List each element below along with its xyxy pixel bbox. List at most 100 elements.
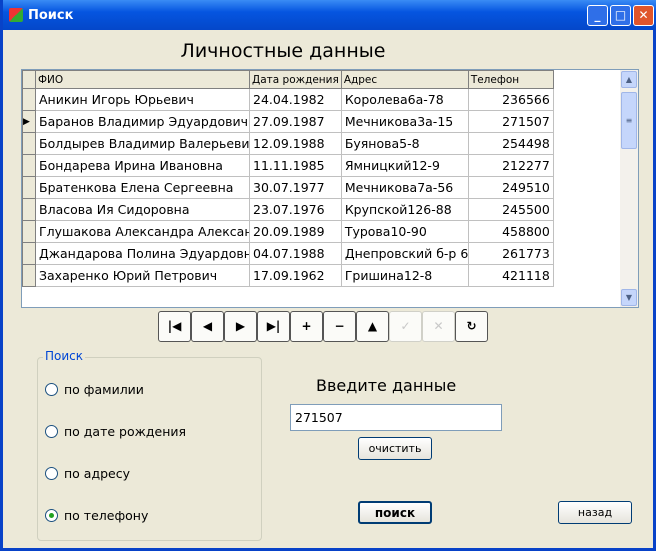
prior-button[interactable]: ◀ — [191, 311, 224, 342]
column-header-fio[interactable]: ФИО — [35, 70, 250, 89]
table-row[interactable]: Болдырев Владимир Валерьевич 12.09.1988 Бу… — [22, 132, 554, 155]
fio-cell[interactable]: Бондарева Ирина Ивановна — [35, 154, 250, 177]
radio-circle[interactable] — [45, 383, 58, 396]
address-cell[interactable]: Крупской126-88 — [340, 198, 469, 221]
page-title: Личностные данные — [180, 40, 386, 62]
birthdate-cell[interactable]: 24.04.1982 — [249, 88, 342, 111]
table-row[interactable]: Глушакова Александра Александровна20.09.… — [22, 220, 554, 243]
phone-cell[interactable]: 271507 — [467, 110, 554, 133]
scroll-up-icon[interactable]: ▲ — [621, 71, 637, 88]
radio-circle[interactable] — [45, 467, 58, 480]
birthdate-cell[interactable]: 12.09.1988 — [249, 132, 342, 155]
last-button[interactable]: ▶| — [257, 311, 290, 342]
address-cell[interactable]: Мечникова7а-56 — [340, 176, 469, 199]
radio-label[interactable]: по телефону — [64, 508, 148, 523]
birthdate-cell[interactable]: 20.09.1989 — [249, 220, 342, 243]
next-icon: ▶ — [235, 319, 246, 333]
table-row[interactable]: ▶ Баранов Владимир Эдуардович 27.09.1987 Ме… — [22, 110, 554, 133]
address-cell[interactable]: Мечникова3а-15 — [340, 110, 469, 133]
address-cell[interactable]: Буянова5-8 — [340, 132, 469, 155]
birthdate-cell[interactable]: 04.07.1988 — [249, 242, 342, 265]
table-row[interactable]: Власова Ия Сидоровна 23.07.1976 Крупской12… — [22, 198, 554, 221]
scroll-down-icon[interactable]: ▼ — [621, 289, 637, 306]
row-indicator[interactable] — [22, 154, 36, 177]
fio-cell[interactable]: Захаренко Юрий Петрович — [35, 264, 250, 287]
search-option-radio[interactable]: по телефону — [45, 508, 148, 523]
address-cell[interactable]: Турова10-90 — [340, 220, 469, 243]
radio-circle[interactable] — [45, 509, 58, 522]
birthdate-cell[interactable]: 11.11.1985 — [249, 154, 342, 177]
radio-circle[interactable] — [45, 425, 58, 438]
close-button[interactable]: ✕ — [633, 5, 654, 26]
insert-button[interactable]: + — [290, 311, 323, 342]
edit-button[interactable]: ▲ — [356, 311, 389, 342]
fio-cell[interactable]: Глушакова Александра Александровна — [35, 220, 250, 243]
column-header-address[interactable]: Адрес — [340, 70, 469, 89]
phone-cell[interactable]: 245500 — [467, 198, 554, 221]
birthdate-cell[interactable]: 17.09.1962 — [249, 264, 342, 287]
fio-cell[interactable]: Аникин Игорь Юрьевич — [35, 88, 250, 111]
input-label: Введите данные — [316, 376, 457, 395]
back-button[interactable]: назад — [558, 501, 632, 524]
fio-cell[interactable]: Власова Ия Сидоровна — [35, 198, 250, 221]
post-button[interactable]: ✓ — [389, 311, 422, 342]
radio-label[interactable]: по дате рождения — [64, 424, 186, 439]
row-indicator[interactable] — [22, 88, 36, 111]
fio-cell[interactable]: Братенкова Елена Сергеевна — [35, 176, 250, 199]
search-option-radio[interactable]: по дате рождения — [45, 424, 186, 439]
row-indicator[interactable] — [22, 176, 36, 199]
row-indicator[interactable] — [22, 220, 36, 243]
current-row-indicator-icon[interactable]: ▶ — [22, 110, 36, 133]
search-input[interactable] — [290, 404, 502, 431]
table-row[interactable]: Аникин Игорь Юрьевич 24.04.1982 Королева6а… — [22, 88, 554, 111]
row-indicator[interactable] — [22, 242, 36, 265]
fio-cell[interactable]: Джандарова Полина Эдуардовна — [35, 242, 250, 265]
fio-cell[interactable]: Баранов Владимир Эдуардович — [35, 110, 250, 133]
address-cell[interactable]: Днепровский б-р 66 — [340, 242, 469, 265]
radio-label[interactable]: по адресу — [64, 466, 130, 481]
db-navigator: |◀ ◀ ▶ ▶| + − ▲ ✓ ✕ ↻ — [158, 311, 488, 342]
first-button[interactable]: |◀ — [158, 311, 191, 342]
table-row[interactable]: Братенкова Елена Сергеевна 30.07.1977 Мечн… — [22, 176, 554, 199]
edit-icon: ▲ — [367, 319, 378, 333]
search-option-radio[interactable]: по адресу — [45, 466, 130, 481]
phone-cell[interactable]: 421118 — [467, 264, 554, 287]
fio-cell[interactable]: Болдырев Владимир Валерьевич — [35, 132, 250, 155]
table-row[interactable]: Захаренко Юрий Петрович 17.09.1962 Гришина… — [22, 264, 554, 287]
birthdate-cell[interactable]: 30.07.1977 — [249, 176, 342, 199]
phone-cell[interactable]: 212277 — [467, 154, 554, 177]
first-icon: |◀ — [167, 319, 182, 333]
search-button[interactable]: поиск — [358, 501, 432, 524]
phone-cell[interactable]: 249510 — [467, 176, 554, 199]
address-cell[interactable]: Ямницкий12-9 — [340, 154, 469, 177]
phone-cell[interactable]: 261773 — [467, 242, 554, 265]
row-indicator[interactable] — [22, 198, 36, 221]
minimize-button[interactable]: _ — [587, 5, 608, 26]
phone-cell[interactable]: 254498 — [467, 132, 554, 155]
search-option-radio[interactable]: по фамилии — [45, 382, 144, 397]
vertical-scrollbar[interactable]: ▲ ≡ ▼ — [620, 70, 638, 307]
data-grid[interactable]: ФИО Дата рождения Адрес Телефон Аникин И… — [21, 69, 639, 308]
birthdate-cell[interactable]: 27.09.1987 — [249, 110, 342, 133]
delete-button[interactable]: − — [323, 311, 356, 342]
cancel-icon: ✕ — [433, 319, 444, 333]
phone-cell[interactable]: 236566 — [467, 88, 554, 111]
column-header-birthdate[interactable]: Дата рождения — [249, 70, 342, 89]
address-cell[interactable]: Королева6а-78 — [340, 88, 469, 111]
table-row[interactable]: Джандарова Полина Эдуардовна 04.07.1988 Дн… — [22, 242, 554, 265]
row-indicator[interactable] — [22, 264, 36, 287]
phone-cell[interactable]: 458800 — [467, 220, 554, 243]
column-header-phone[interactable]: Телефон — [467, 70, 554, 89]
row-indicator[interactable] — [22, 132, 36, 155]
maximize-button[interactable]: □ — [610, 5, 631, 26]
next-button[interactable]: ▶ — [224, 311, 257, 342]
table-row[interactable]: Бондарева Ирина Ивановна 11.11.1985 Ямницк… — [22, 154, 554, 177]
clear-button[interactable]: очистить — [358, 437, 432, 460]
scroll-thumb[interactable]: ≡ — [621, 92, 637, 149]
cancel-button[interactable]: ✕ — [422, 311, 455, 342]
radio-label[interactable]: по фамилии — [64, 382, 144, 397]
address-cell[interactable]: Гришина12-8 — [340, 264, 469, 287]
refresh-button[interactable]: ↻ — [455, 311, 488, 342]
search-group-label: Поиск — [43, 349, 86, 363]
birthdate-cell[interactable]: 23.07.1976 — [249, 198, 342, 221]
